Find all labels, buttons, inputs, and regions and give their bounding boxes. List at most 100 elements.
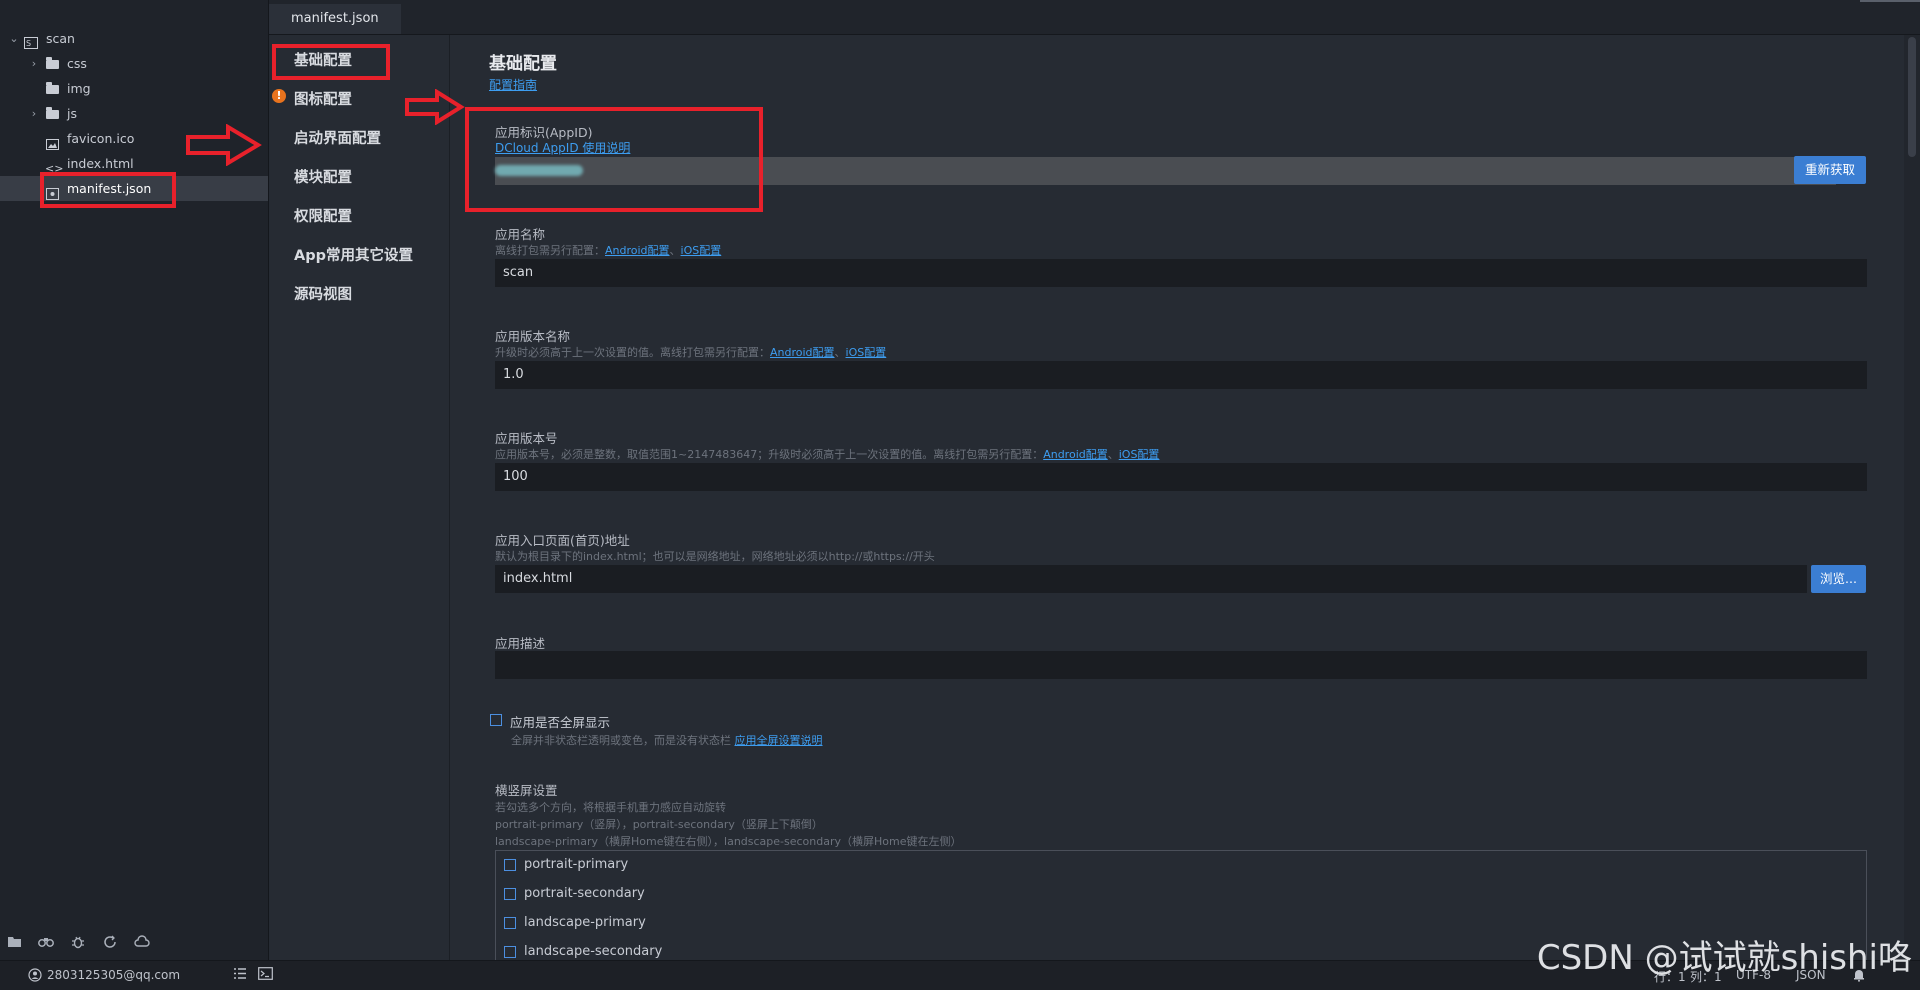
tree-label-img: img (67, 81, 91, 96)
orientation-hint-1: 若勾选多个方向，将根据手机重力感应自动旋转 (495, 801, 726, 814)
version-code-hint-text: 应用版本号，必须是整数，取值范围1~2147483647；升级时必须高于上一次设… (495, 448, 1044, 461)
description-input[interactable] (495, 651, 1867, 679)
nav-item-source-view[interactable]: 源码视图 (294, 283, 352, 304)
terminal-icon[interactable] (258, 967, 273, 983)
orientation-option-label: portrait-secondary (524, 886, 645, 901)
folder-icon (46, 107, 59, 119)
tab-bar-edge (1860, 0, 1920, 2)
files-icon[interactable] (6, 935, 22, 949)
app-name-ios-link[interactable]: iOS配置 (681, 244, 722, 257)
nav-item-permissions[interactable]: 权限配置 (294, 205, 352, 226)
app-name-input[interactable] (495, 259, 1867, 287)
version-code-label: 应用版本号 (495, 431, 558, 446)
vertical-scrollbar[interactable] (1904, 35, 1920, 960)
nav-item-basic[interactable]: 基础配置 (294, 49, 352, 70)
appid-field[interactable] (495, 157, 1836, 185)
appid-redacted-mask (495, 165, 583, 176)
fullscreen-doc-link[interactable]: 应用全屏设置说明 (735, 734, 823, 747)
fullscreen-label: 应用是否全屏显示 (510, 715, 611, 730)
fullscreen-hint-text: 全屏并非状态栏透明或变色，而是没有状态栏 (511, 734, 731, 747)
nav-item-modules[interactable]: 模块配置 (294, 166, 352, 187)
version-name-hint: 升级时必须高于上一次设置的值。离线打包需另行配置：Android配置、iOS配置 (495, 344, 886, 360)
tree-item-js[interactable]: › js (0, 101, 268, 126)
warning-icon: ! (272, 89, 286, 103)
json-file-icon (46, 183, 60, 200)
cloud-icon[interactable] (134, 935, 150, 949)
arrow-right-icon (186, 124, 262, 166)
nav-item-splash[interactable]: 启动界面配置 (294, 127, 381, 148)
user-icon[interactable] (28, 968, 42, 985)
version-name-hint-text: 升级时必须高于上一次设置的值。离线打包需另行配置： (495, 346, 770, 359)
orientation-label: 横竖屏设置 (495, 783, 558, 798)
tree-item-css[interactable]: › css (0, 51, 268, 76)
version-code-android-link[interactable]: Android配置 (1043, 448, 1108, 461)
chevron-right-icon[interactable]: › (28, 101, 40, 126)
tree-label-favicon: favicon.ico (67, 131, 135, 146)
nav-item-icon[interactable]: 图标配置 (294, 88, 352, 109)
sync-icon[interactable] (102, 935, 118, 949)
browse-button[interactable]: 浏览... (1811, 565, 1866, 593)
nav-item-app-other[interactable]: App常用其它设置 (294, 244, 413, 265)
fullscreen-hint: 全屏并非状态栏透明或变色，而是没有状态栏 应用全屏设置说明 (511, 732, 823, 748)
file-tree: ⌄ S scan › css img › js favicon.ico <> i… (0, 0, 268, 201)
tree-label-project: scan (46, 31, 75, 46)
app-name-label: 应用名称 (495, 227, 546, 242)
landscape-primary-checkbox[interactable] (504, 917, 516, 929)
landscape-secondary-checkbox[interactable] (504, 946, 516, 958)
tab-manifest-json[interactable]: manifest.json (269, 4, 401, 34)
orientation-hint-3: landscape-primary（横屏Home键在右侧），landscape-… (495, 835, 962, 848)
version-code-input[interactable] (495, 463, 1867, 491)
refresh-appid-button[interactable]: 重新获取 (1794, 156, 1866, 184)
description-label: 应用描述 (495, 636, 546, 651)
app-name-android-link[interactable]: Android配置 (605, 244, 670, 257)
list-icon[interactable] (233, 967, 247, 983)
sidebar-toolbar (6, 935, 150, 949)
entry-page-label: 应用入口页面(首页)地址 (495, 533, 630, 548)
scrollbar-thumb[interactable] (1908, 37, 1916, 157)
app-name-hint-text: 离线打包需另行配置： (495, 244, 605, 257)
tree-label-index-html: index.html (67, 156, 134, 171)
tree-item-manifest[interactable]: manifest.json (0, 176, 268, 201)
app-name-sep: 、 (669, 244, 681, 257)
binoculars-icon[interactable] (38, 935, 54, 949)
settings-nav: 基础配置 ! 图标配置 启动界面配置 模块配置 权限配置 App常用其它设置 源… (269, 35, 450, 960)
settings-content: 基础配置 配置指南 应用标识(AppID) DCloud AppID 使用说明 … (450, 35, 1900, 960)
portrait-secondary-checkbox[interactable] (504, 888, 516, 900)
orientation-option-label: landscape-primary (524, 915, 646, 930)
tree-label-manifest: manifest.json (67, 181, 152, 196)
orientation-option-label: landscape-secondary (524, 944, 663, 959)
svg-text:S: S (26, 39, 31, 48)
user-account[interactable]: 2803125305@qq.com (47, 968, 180, 982)
chevron-right-icon[interactable]: › (28, 51, 40, 76)
version-code-hint: 应用版本号，必须是整数，取值范围1~2147483647；升级时必须高于上一次设… (495, 446, 1159, 462)
tree-item-img[interactable]: img (0, 76, 268, 101)
entry-page-input[interactable] (495, 565, 1807, 593)
config-guide-link[interactable]: 配置指南 (489, 76, 537, 93)
project-icon: S (24, 32, 38, 49)
editor-tab-bar: manifest.json (269, 0, 1920, 35)
entry-page-hint: 默认为根目录下的index.html；也可以是网络地址，网络地址必须以http:… (495, 550, 935, 563)
version-code-ios-link[interactable]: iOS配置 (1119, 448, 1160, 461)
bug-icon[interactable] (70, 935, 86, 949)
folder-icon (46, 82, 59, 94)
version-name-ios-link[interactable]: iOS配置 (846, 346, 887, 359)
page-title: 基础配置 (489, 54, 557, 74)
image-file-icon (46, 133, 60, 150)
chevron-down-icon[interactable]: ⌄ (8, 26, 20, 51)
fullscreen-checkbox[interactable] (490, 714, 502, 726)
code-file-icon: <> (45, 162, 64, 175)
tree-item-project[interactable]: ⌄ S scan (0, 26, 268, 51)
portrait-primary-checkbox[interactable] (504, 859, 516, 871)
folder-icon (46, 57, 59, 69)
version-name-sep: 、 (834, 346, 846, 359)
version-code-sep: 、 (1107, 448, 1119, 461)
app-name-hint: 离线打包需另行配置：Android配置、iOS配置 (495, 242, 721, 258)
tree-label-js: js (67, 106, 77, 121)
version-name-input[interactable] (495, 361, 1867, 389)
arrow-right-icon (405, 89, 465, 125)
orientation-option-label: portrait-primary (524, 857, 629, 872)
appid-help-link[interactable]: DCloud AppID 使用说明 (495, 139, 630, 156)
orientation-hint-2: portrait-primary（竖屏），portrait-secondary（… (495, 818, 823, 831)
tree-label-css: css (67, 56, 87, 71)
version-name-android-link[interactable]: Android配置 (770, 346, 835, 359)
